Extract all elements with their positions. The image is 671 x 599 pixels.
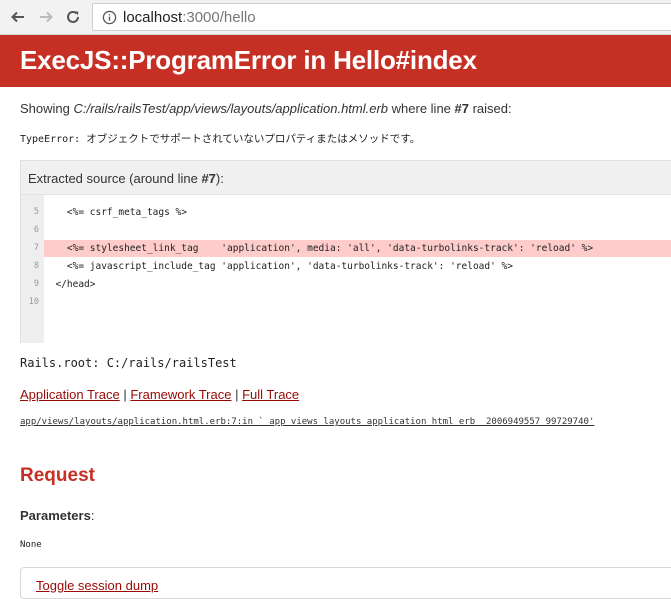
application-trace-link[interactable]: Application Trace [20, 387, 120, 402]
error-message: TypeError: オブジェクトでサポートされていないプロパティまたはメソッド… [20, 131, 420, 146]
code-line: <%= csrf_meta_tags %> [44, 207, 187, 218]
error-line-number: #7 [454, 101, 469, 116]
reload-button[interactable] [63, 7, 83, 27]
toggle-session-dump-link[interactable]: Toggle session dump [36, 578, 158, 593]
line-number: 8 [33, 261, 39, 271]
showing-message: Showing C:/rails/railsTest/app/views/lay… [20, 101, 512, 116]
url-host: localhost [123, 8, 183, 26]
framework-trace-link[interactable]: Framework Trace [130, 387, 231, 402]
parameters-label: Parameters: [20, 508, 95, 523]
address-bar[interactable]: localhost:3000/hello [92, 3, 671, 31]
arrow-left-icon [11, 11, 24, 23]
error-message-text: オブジェクトでサポートされていないプロパティまたはメソッドです。 [86, 133, 421, 145]
browser-toolbar: localhost:3000/hello [0, 0, 671, 35]
parameters-value: None [20, 540, 42, 550]
trace-entry[interactable]: app/views/layouts/application.html.erb:7… [20, 417, 594, 427]
template-path: C:/rails/railsTest/app/views/layouts/app… [73, 101, 389, 116]
line-number: 6 [33, 225, 39, 235]
code-line: </head> [44, 279, 96, 290]
error-header: ExecJS::ProgramError in Hello#index [0, 35, 671, 87]
rails-root: Rails.root: C:/rails/railsTest [20, 356, 237, 370]
trace-links: Application Trace | Framework Trace | Fu… [20, 387, 300, 402]
line-number: 9 [33, 279, 39, 289]
code-line: <%= javascript_include_tag 'application'… [44, 261, 513, 272]
source-code: 5 6 7 8 9 10 <%= csrf_meta_tags %> <%= s… [21, 194, 671, 343]
source-title: Extracted source (around line #7): [28, 171, 224, 186]
info-icon[interactable] [101, 9, 117, 25]
reload-icon [67, 10, 79, 23]
url-text: localhost:3000/hello [123, 9, 256, 26]
error-type: TypeError: [20, 134, 87, 145]
line-number: 7 [33, 243, 39, 253]
full-trace-link[interactable]: Full Trace [242, 387, 299, 402]
arrow-right-icon [40, 11, 53, 23]
session-dump-box: Toggle session dump [20, 567, 671, 599]
line-number: 5 [33, 207, 39, 217]
forward-button[interactable] [36, 7, 56, 27]
request-heading: Request [20, 465, 95, 486]
code-line-highlighted: <%= stylesheet_link_tag 'application', m… [44, 240, 671, 257]
url-path: :3000/hello [182, 8, 256, 26]
extracted-source: Extracted source (around line #7): 5 6 7… [20, 160, 671, 343]
error-title: ExecJS::ProgramError in Hello#index [20, 45, 477, 75]
back-button[interactable] [8, 7, 28, 27]
line-number: 10 [28, 297, 39, 307]
